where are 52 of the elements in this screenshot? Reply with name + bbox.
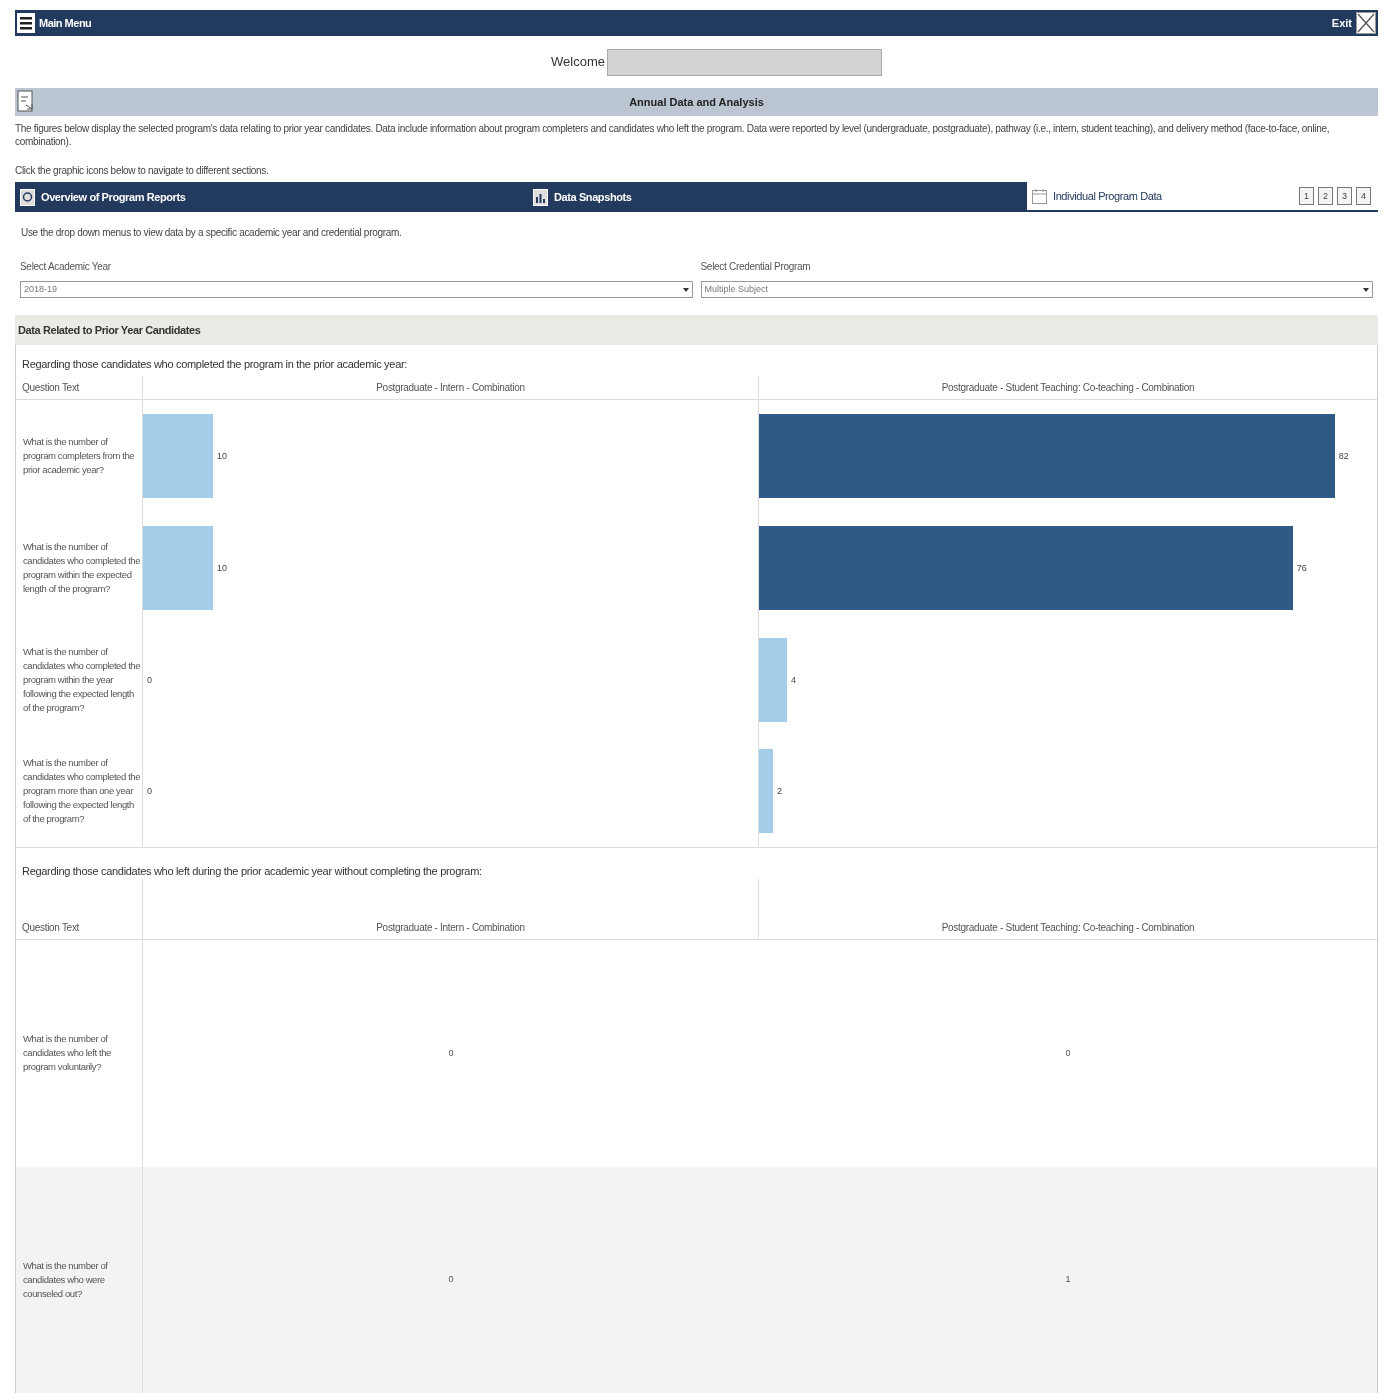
bar-value: 4 <box>791 673 797 687</box>
bar-value: 76 <box>1296 561 1307 575</box>
question-text: What is the number of program completers from the prior academic year? <box>23 434 136 477</box>
question-text: What is the number of candidates who were counseled out? <box>23 1258 109 1301</box>
page-button[interactable]: 4 <box>1356 187 1371 205</box>
close-icon[interactable] <box>1356 12 1376 34</box>
table-caption: Regarding those candidates who left during the prior academic year without completing the program: <box>21 863 483 879</box>
column-header: Question Text <box>16 879 143 939</box>
table-caption: Regarding those candidates who completed the program in the prior academic year: <box>21 357 409 372</box>
dropdown-field[interactable]: Multiple Subject <box>700 281 1373 298</box>
column-header: Postgraduate - Intern - Combination <box>143 879 759 939</box>
question-text: What is the number of candidates who left the program voluntarily? <box>23 1032 112 1075</box>
column-header: Question Text <box>16 375 143 399</box>
bar-value: 10 <box>216 561 227 575</box>
table-cell-text: 0 <box>448 1273 454 1286</box>
overview-icon <box>20 188 35 206</box>
page-button[interactable]: 3 <box>1337 187 1352 205</box>
page-title: Annual Data and Analysis <box>629 94 764 110</box>
bar-value: 82 <box>1338 449 1349 463</box>
table-cell: 0 <box>1065 1046 1071 1060</box>
document-icon <box>17 90 35 114</box>
nav-tab[interactable]: Overview of Program Reports <box>15 182 528 212</box>
bar-value: 10 <box>216 449 227 463</box>
page-button[interactable]: 1 <box>1299 187 1314 205</box>
chart-icon <box>533 188 548 206</box>
dropdown-caret-icon <box>1363 287 1369 292</box>
main-menu-link[interactable]: Main Menu <box>39 14 92 32</box>
filter-label: Select Credential Program <box>700 260 812 274</box>
table-cell: 0 <box>448 1046 454 1060</box>
column-header: Postgraduate - Student Teaching: Co-teaching - Combination <box>940 380 1196 395</box>
exit-link[interactable]: Exit <box>1331 14 1352 32</box>
menu-icon[interactable] <box>17 13 35 33</box>
column-header: Postgraduate - Intern - Combination <box>143 375 759 399</box>
page-button[interactable]: 2 <box>1318 187 1333 205</box>
section-header: Data Related to Prior Year Candidates <box>15 315 1378 345</box>
welcome-label: Welcome <box>551 53 605 72</box>
dropdown-caret-icon <box>682 287 689 292</box>
calendar-icon <box>1032 188 1047 204</box>
bar-value: 2 <box>777 785 783 798</box>
description-text: The figures below display the selected program's data relating to prior year candidates. Data include information about program completers and candidates who left the program. Data were reported by level (undergraduate, postgraduate), pathway (i.e., intern, student teaching), and delivery method (face-to-face, online, combination). <box>15 122 1331 148</box>
table-cell-text: 1 <box>1065 1273 1071 1286</box>
nav-hint-text: Click the graphic icons below to navigate to different sections. <box>15 164 270 178</box>
bar-value: 0 <box>147 673 152 687</box>
question-text: What is the number of candidates who completed the program within the year following the expected length of the program? <box>23 644 141 715</box>
nav-tab[interactable]: Data Snapshots <box>528 182 1027 212</box>
question-text: What is the number of candidates who completed the program more than one year following the expected length of the program? <box>23 756 141 826</box>
question-text: What is the number of candidates who completed the program within the expected length of the program? <box>23 539 141 596</box>
filter-hint-text: Use the drop down menus to view data by a specific academic year and credential program. <box>20 226 403 240</box>
filter-label: Select Academic Year <box>20 260 112 274</box>
dropdown-field[interactable]: 2018-19 <box>20 281 693 298</box>
column-header: Postgraduate - Student Teaching: Co-teaching - Combination <box>940 921 1196 935</box>
bar-value: 0 <box>147 785 152 798</box>
